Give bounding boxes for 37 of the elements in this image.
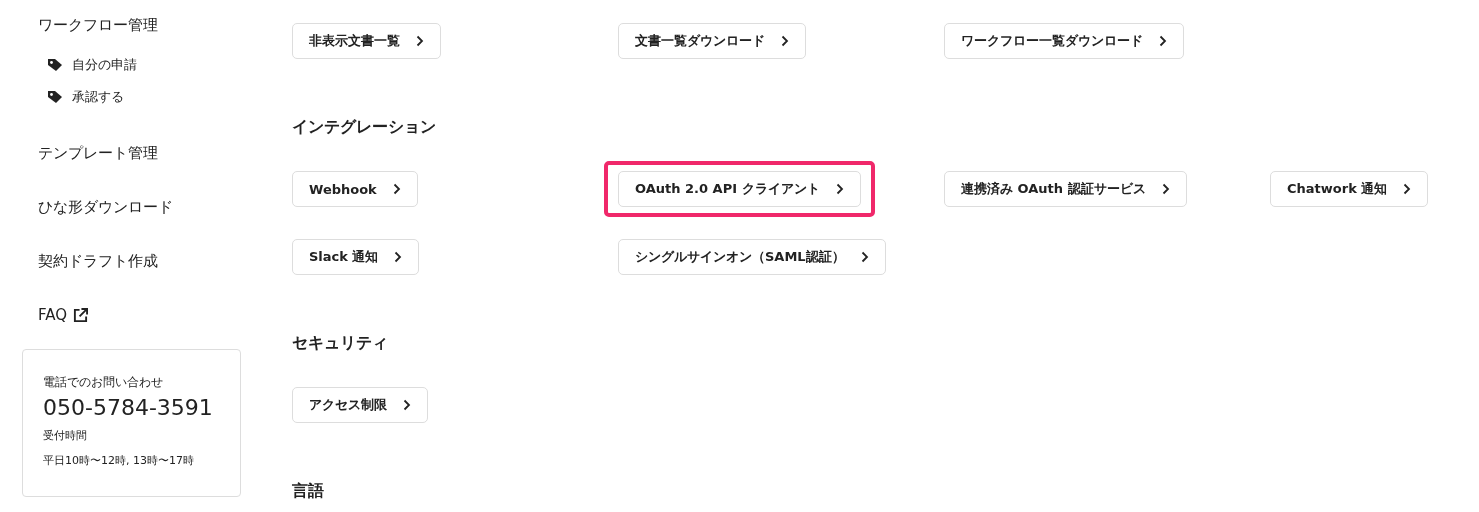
- tag-icon: [47, 58, 63, 72]
- chevron-right-icon: [860, 251, 869, 263]
- chevron-right-icon: [403, 399, 411, 411]
- hours-text: 平日10時〜12時, 13時〜17時: [43, 453, 195, 468]
- chevron-right-icon: [416, 35, 424, 47]
- chevron-right-icon: [394, 251, 403, 263]
- phone-number: 050-5784-3591: [43, 395, 214, 420]
- chevron-right-icon: [392, 183, 401, 195]
- settings-link-button[interactable]: 連携済み OAuth 認証サービス: [944, 171, 1187, 207]
- settings-link-button[interactable]: 非表示文書一覧: [292, 23, 441, 59]
- section-heading: 言語: [292, 480, 325, 502]
- settings-link-button[interactable]: シングルサインオン（SAML認証）: [618, 239, 886, 275]
- settings-link-button[interactable]: 文書一覧ダウンロード: [618, 23, 806, 59]
- tag-icon: [47, 90, 63, 104]
- hours-label: 受付時間: [43, 428, 88, 443]
- sidebar-item[interactable]: 契約ドラフト作成: [22, 249, 260, 273]
- contact-title: 電話でのお問い合わせ: [43, 374, 164, 391]
- settings-link-button[interactable]: OAuth 2.0 API クライアント: [618, 171, 861, 207]
- sidebar-subitem[interactable]: 自分の申請: [72, 56, 137, 74]
- chevron-right-icon: [1159, 35, 1167, 47]
- sidebar-item[interactable]: ワークフロー管理: [22, 13, 260, 37]
- sidebar-item[interactable]: FAQ: [22, 303, 260, 327]
- settings-link-button[interactable]: Slack 通知: [292, 239, 420, 275]
- settings-link-button[interactable]: アクセス制限: [292, 387, 428, 423]
- sidebar-item[interactable]: ひな形ダウンロード: [22, 195, 260, 219]
- chevron-right-icon: [1161, 183, 1170, 195]
- section-heading: インテグレーション: [292, 116, 437, 138]
- chevron-right-icon: [781, 35, 789, 47]
- external-link-icon: [73, 307, 89, 323]
- sidebar-subitem[interactable]: 承認する: [72, 88, 124, 106]
- chevron-right-icon: [835, 183, 844, 195]
- chevron-right-icon: [1403, 183, 1412, 195]
- settings-link-button[interactable]: ワークフロー一覧ダウンロード: [944, 23, 1184, 59]
- section-heading: セキュリティ: [292, 332, 389, 354]
- sidebar-item[interactable]: テンプレート管理: [22, 141, 260, 165]
- settings-link-button[interactable]: Webhook: [292, 171, 418, 207]
- settings-link-button[interactable]: Chatwork 通知: [1270, 171, 1429, 207]
